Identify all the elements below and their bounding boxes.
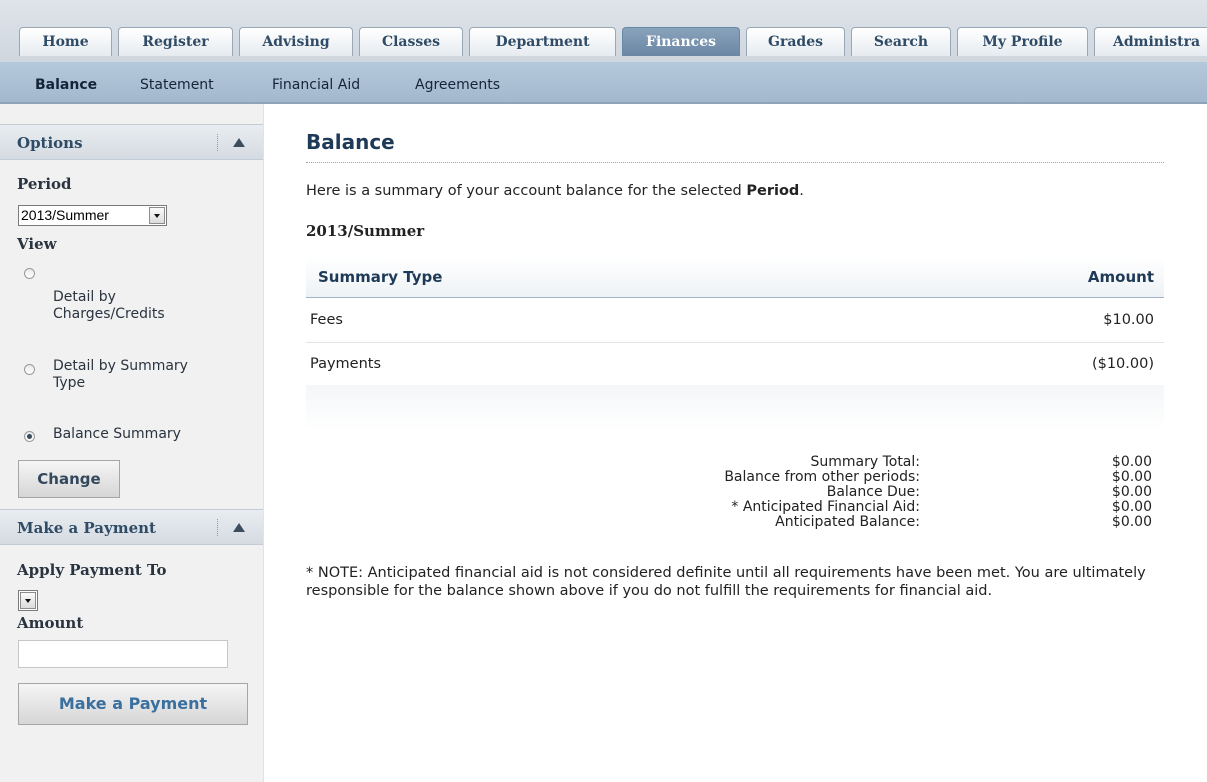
totals-row: Balance from other periods: $0.00 xyxy=(306,470,1164,485)
subnav-agreements[interactable]: Agreements xyxy=(415,62,500,108)
period-label: Period xyxy=(17,175,72,193)
intro-period-word: Period xyxy=(746,183,800,199)
row-amount: ($10.00) xyxy=(1091,356,1154,372)
apply-payment-to-select[interactable] xyxy=(18,590,38,611)
title-divider xyxy=(306,162,1164,163)
radio-label-balance-summary: Balance Summary xyxy=(53,426,181,442)
column-header-summary-type[interactable]: Summary Type xyxy=(318,257,442,297)
radio-detail-charges-credits[interactable] xyxy=(24,268,35,279)
row-amount: $10.00 xyxy=(1103,312,1154,328)
panel-divider xyxy=(217,519,218,536)
make-payment-button[interactable]: Make a Payment xyxy=(18,683,248,725)
tab-department[interactable]: Department xyxy=(469,27,616,56)
subnav-financial-aid[interactable]: Financial Aid xyxy=(272,62,360,108)
payment-panel-header: Make a Payment xyxy=(0,509,263,545)
tab-search[interactable]: Search xyxy=(851,27,951,56)
tab-administration[interactable]: Administra xyxy=(1094,27,1207,56)
main-nav-bar: Home Register Advising Classes Departmen… xyxy=(0,0,1207,62)
totals-label: Balance Due: xyxy=(826,484,920,500)
totals-label: Summary Total: xyxy=(810,454,920,470)
totals-label: Balance from other periods: xyxy=(724,469,920,485)
options-panel-header: Options xyxy=(0,124,263,160)
subnav-statement[interactable]: Statement xyxy=(140,62,214,108)
change-button[interactable]: Change xyxy=(18,460,120,498)
subnav-balance[interactable]: Balance xyxy=(35,62,97,108)
collapse-up-icon[interactable] xyxy=(233,138,245,147)
tab-advising[interactable]: Advising xyxy=(239,27,353,56)
table-row: Fees $10.00 xyxy=(306,299,1164,343)
chevron-down-icon xyxy=(149,207,165,224)
options-panel-title: Options xyxy=(17,134,83,152)
tab-grades[interactable]: Grades xyxy=(746,27,845,56)
totals-label: Anticipated Balance: xyxy=(775,514,920,530)
financial-aid-note: * NOTE: Anticipated financial aid is not… xyxy=(306,565,1146,599)
row-summary-type: Payments xyxy=(310,356,382,372)
intro-text-end: . xyxy=(799,183,804,199)
radio-label-detail-summary-type: Detail by Summary Type xyxy=(53,358,188,391)
page-title: Balance xyxy=(306,130,395,154)
totals-row: Balance Due: $0.00 xyxy=(306,485,1164,500)
payment-panel-title: Make a Payment xyxy=(17,519,156,537)
period-heading: 2013/Summer xyxy=(306,222,425,240)
totals-value: $0.00 xyxy=(1111,514,1152,530)
column-header-amount[interactable]: Amount xyxy=(1088,257,1154,297)
period-select-value: 2013/Summer xyxy=(21,207,109,223)
totals-row: Summary Total: $0.00 xyxy=(306,455,1164,470)
sub-nav-bar: Balance Statement Financial Aid Agreemen… xyxy=(0,62,1207,104)
intro-text: Here is a summary of your account balanc… xyxy=(306,183,804,199)
tab-classes[interactable]: Classes xyxy=(359,27,463,56)
table-footer xyxy=(306,385,1164,431)
table-row: Payments ($10.00) xyxy=(306,343,1164,388)
view-label: View xyxy=(17,235,57,253)
tab-finances[interactable]: Finances xyxy=(622,27,740,56)
row-summary-type: Fees xyxy=(310,312,343,328)
collapse-up-icon[interactable] xyxy=(233,523,245,532)
sidebar: Options Period 2013/Summer View Detail b… xyxy=(0,104,264,782)
totals-row: Anticipated Balance: $0.00 xyxy=(306,515,1164,530)
totals-value: $0.00 xyxy=(1111,499,1152,515)
table-header: Summary Type Amount xyxy=(306,257,1164,298)
totals-value: $0.00 xyxy=(1111,469,1152,485)
amount-input[interactable] xyxy=(18,640,228,668)
radio-detail-summary-type[interactable] xyxy=(24,364,35,375)
totals-value: $0.00 xyxy=(1111,484,1152,500)
radio-label-detail-charges-credits: Detail by Charges/Credits xyxy=(53,289,165,322)
amount-label: Amount xyxy=(17,614,84,632)
period-select[interactable]: 2013/Summer xyxy=(18,205,167,226)
apply-payment-to-label: Apply Payment To xyxy=(17,561,167,579)
tab-register[interactable]: Register xyxy=(118,27,233,56)
totals-row: * Anticipated Financial Aid: $0.00 xyxy=(306,500,1164,515)
tab-my-profile[interactable]: My Profile xyxy=(957,27,1088,56)
intro-text-start: Here is a summary of your account balanc… xyxy=(306,183,747,199)
panel-divider xyxy=(217,134,218,151)
chevron-down-icon xyxy=(20,592,36,609)
tab-home[interactable]: Home xyxy=(19,27,112,56)
totals-label: * Anticipated Financial Aid: xyxy=(731,499,920,515)
radio-balance-summary[interactable] xyxy=(24,431,35,442)
totals-summary: Summary Total: $0.00 Balance from other … xyxy=(306,455,1164,530)
totals-value: $0.00 xyxy=(1111,454,1152,470)
